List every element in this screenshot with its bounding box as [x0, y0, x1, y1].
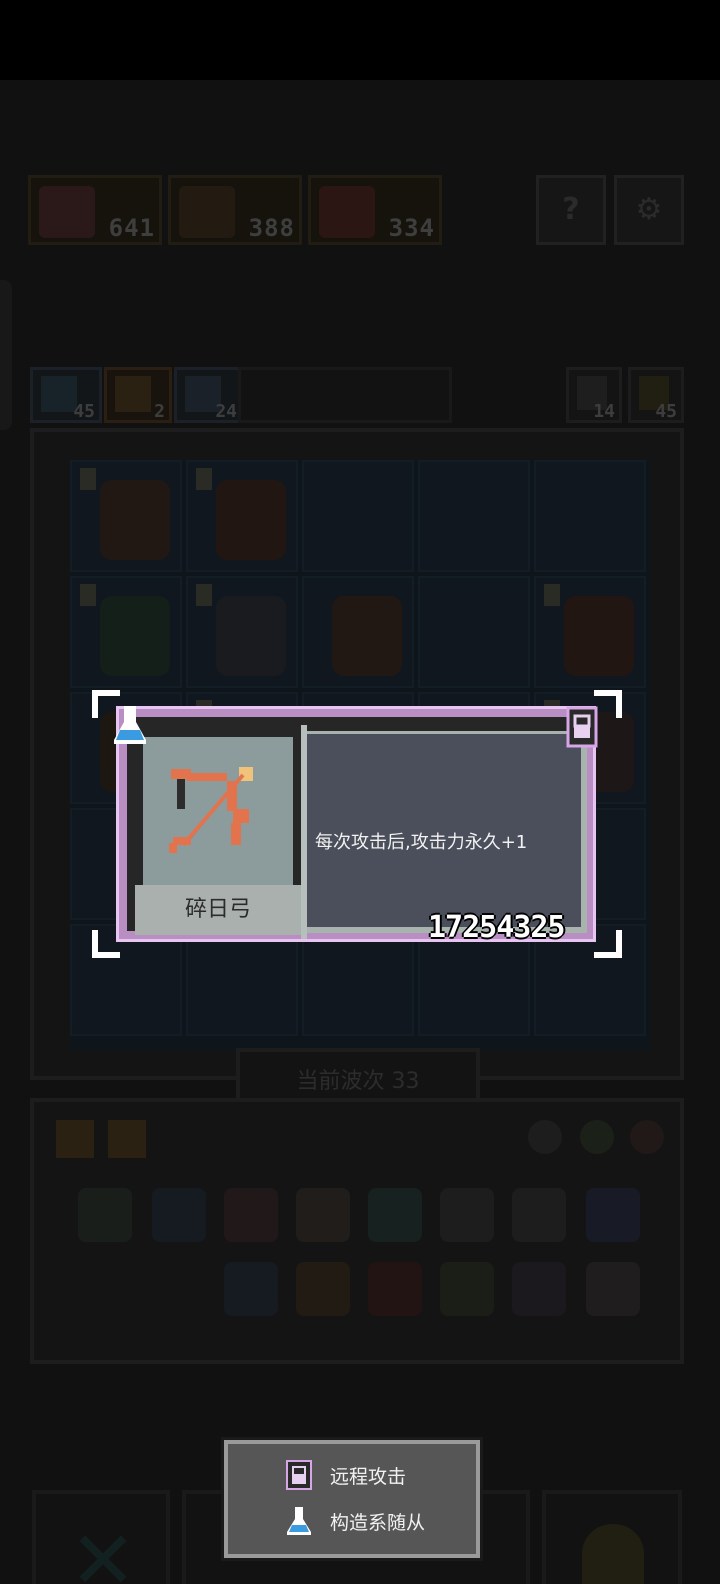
puzzle-item-icon[interactable] — [512, 1262, 566, 1316]
side-drawer-tab[interactable] — [0, 280, 12, 430]
description-panel: 每次攻击后,攻击力永久+1 — [307, 731, 587, 933]
item-description: 每次攻击后,攻击力永久+1 — [315, 832, 528, 853]
chip-count: 24 — [215, 401, 237, 422]
chip-pawn[interactable]: 45 — [628, 367, 684, 423]
beast-unit-icon — [564, 596, 634, 676]
backpack-item-icon[interactable] — [78, 1188, 132, 1242]
helmet-item-icon[interactable] — [224, 1188, 278, 1242]
selection-corner — [594, 690, 622, 718]
flower-icon — [39, 186, 95, 238]
level-badge — [544, 584, 560, 606]
anvil-item-icon[interactable] — [512, 1188, 566, 1242]
lock-tag-icon — [286, 1460, 312, 1490]
grid-cell[interactable] — [302, 460, 414, 572]
rock-unit-icon — [216, 596, 286, 676]
bench-item-icon[interactable] — [368, 1188, 422, 1242]
help-icon: ? — [562, 192, 580, 227]
sword-item-icon[interactable] — [440, 1188, 494, 1242]
chip-count: 14 — [593, 401, 615, 422]
item-score: 17254325 — [428, 910, 565, 945]
demon-icon — [319, 186, 375, 238]
chip-star[interactable]: 24 — [174, 367, 244, 423]
gold-monster-icon — [115, 376, 151, 412]
settings-icon: ⚙ — [635, 192, 663, 227]
grid-cell[interactable] — [70, 576, 182, 688]
ship-item-icon[interactable] — [296, 1262, 350, 1316]
chip-blue-monster[interactable]: 45 — [30, 367, 102, 423]
scroll-item-icon[interactable] — [296, 1188, 350, 1242]
shield-item-icon[interactable] — [152, 1188, 206, 1242]
resource-demon[interactable]: 334 — [308, 175, 442, 245]
chip-refresh[interactable]: 14 — [566, 367, 622, 423]
tab-triangle-icon[interactable] — [56, 1120, 94, 1158]
grid-cell[interactable] — [186, 460, 298, 572]
item-detail-card: 碎日弓 每次攻击后,攻击力永久+1 — [116, 706, 596, 942]
resource-value: 334 — [388, 214, 435, 242]
blue-monster-icon — [41, 376, 77, 412]
tag-tooltip: 远程攻击 构造系随从 — [224, 1440, 480, 1558]
grid-cell[interactable] — [418, 460, 530, 572]
grid-cell[interactable] — [186, 576, 298, 688]
grid-cell[interactable] — [70, 460, 182, 572]
crystal-item-icon[interactable] — [586, 1188, 640, 1242]
grid-cell[interactable] — [418, 576, 530, 688]
flask-tag-icon — [112, 704, 148, 746]
grid-cell[interactable] — [302, 576, 414, 688]
cancel-button[interactable]: ✕ 0 — [32, 1490, 170, 1584]
settings-button[interactable]: ⚙ — [614, 175, 684, 245]
orb-icon[interactable] — [630, 1120, 664, 1154]
chip-count: 45 — [655, 401, 677, 422]
goblin-unit-icon — [100, 596, 170, 676]
tag-label: 远程攻击 — [330, 1466, 407, 1488]
vase-item-icon[interactable] — [440, 1262, 494, 1316]
selection-corner — [594, 930, 622, 958]
bow-unit-icon — [100, 480, 170, 560]
warrior-unit-icon — [332, 596, 402, 676]
close-icon: ✕ — [69, 1514, 137, 1584]
demon-unit-icon — [216, 480, 286, 560]
pawn-icon — [582, 1524, 644, 1584]
grid-cell[interactable] — [534, 460, 646, 572]
item-name-plate: 碎日弓 — [135, 885, 301, 935]
filter-icon[interactable] — [528, 1120, 562, 1154]
tag-label: 构造系随从 — [330, 1512, 426, 1534]
card-body: 碎日弓 每次攻击后,攻击力永久+1 — [127, 717, 587, 939]
ring-icon[interactable] — [580, 1120, 614, 1154]
bow-icon — [179, 186, 235, 238]
chip-count: 45 — [73, 401, 95, 422]
item-name: 碎日弓 — [184, 897, 251, 922]
chip-count: 2 — [154, 401, 165, 422]
inventory-panel — [30, 1098, 684, 1364]
level-badge — [80, 584, 96, 606]
bow-icon — [169, 767, 253, 853]
item-portrait — [143, 737, 293, 885]
help-button[interactable]: ? — [536, 175, 606, 245]
dice-item-icon[interactable] — [586, 1262, 640, 1316]
flask-tag-icon — [286, 1506, 312, 1536]
blueprint-item-icon[interactable] — [224, 1262, 278, 1316]
resource-value: 641 — [108, 214, 155, 242]
tab-triangle-icon[interactable] — [108, 1120, 146, 1158]
grid-cell[interactable] — [534, 576, 646, 688]
resource-bow[interactable]: 388 — [168, 175, 302, 245]
level-badge — [196, 468, 212, 490]
level-badge — [80, 468, 96, 490]
lock-tag-icon — [566, 706, 598, 748]
level-badge — [196, 584, 212, 606]
chip-empty-slot — [238, 367, 452, 423]
recruit-button[interactable] — [542, 1490, 682, 1584]
chip-gold-monster[interactable]: 2 — [104, 367, 172, 423]
bag-item-icon[interactable] — [368, 1262, 422, 1316]
resource-flower[interactable]: 641 — [28, 175, 162, 245]
wave-label: 当前波次 33 — [296, 1069, 420, 1094]
status-bar — [0, 0, 720, 80]
resource-value: 388 — [248, 214, 295, 242]
